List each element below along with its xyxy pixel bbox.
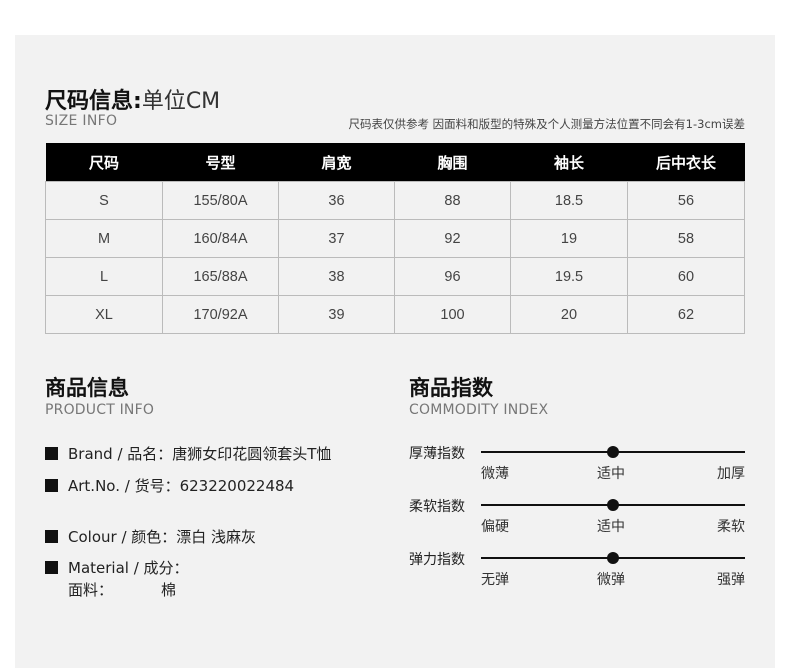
- index-label: 弹力指数: [409, 552, 465, 568]
- table-row: L 165/88A 38 96 19.5 60: [45, 257, 745, 296]
- art-no-value: 623220022484: [179, 477, 295, 495]
- header-length: 后中衣长: [627, 143, 745, 182]
- size-info-title: 尺码信息:单位CM: [45, 83, 220, 115]
- size-info-unit: 单位CM: [141, 89, 221, 114]
- index-marker: [607, 552, 619, 564]
- cell: 20: [510, 295, 628, 334]
- index-option: 无弹: [481, 572, 509, 588]
- cell: 160/84A: [162, 219, 279, 258]
- bullet-square-icon: [45, 530, 58, 543]
- header-size: 尺码: [45, 143, 163, 182]
- header-model: 号型: [162, 143, 279, 182]
- index-option: 适中: [597, 519, 625, 535]
- index-label: 柔软指数: [409, 499, 465, 515]
- cell: 100: [394, 295, 511, 334]
- cell: 88: [394, 181, 511, 220]
- colour-text: Colour / 颜色：漂白 浅麻灰: [68, 528, 257, 546]
- size-note: 尺码表仅供参考 因面料和版型的特殊及个人测量方法位置不同会有1-3cm误差: [348, 117, 745, 131]
- fabric-label: 面料：: [68, 581, 114, 599]
- index-option: 偏硬: [481, 519, 509, 535]
- index-marker: [607, 446, 619, 458]
- table-row: S 155/80A 36 88 18.5 56: [45, 181, 745, 220]
- index-option: 适中: [597, 466, 625, 482]
- cell: 170/92A: [162, 295, 279, 334]
- table-row: XL 170/92A 39 100 20 62: [45, 295, 745, 334]
- size-info-subtitle: SIZE INFO: [45, 113, 118, 129]
- index-option: 柔软: [717, 519, 745, 535]
- bullet-square-icon: [45, 447, 58, 460]
- art-no-label: Art.No. / 货号：: [68, 477, 180, 495]
- cell: 92: [394, 219, 511, 258]
- cell: 165/88A: [162, 257, 279, 296]
- cell: 96: [394, 257, 511, 296]
- colour-item: Colour / 颜色：漂白 浅麻灰: [45, 526, 256, 547]
- material-item: Material / 成分：: [45, 557, 189, 578]
- size-table: 尺码 号型 肩宽 胸围 袖长 后中衣长 S 155/80A 36 88 18.5…: [45, 143, 745, 334]
- cell: XL: [45, 295, 163, 334]
- cell: 18.5: [510, 181, 628, 220]
- index-option: 加厚: [717, 466, 745, 482]
- commodity-index-title: 商品指数: [409, 376, 493, 400]
- cell: 62: [627, 295, 745, 334]
- size-table-header: 尺码 号型 肩宽 胸围 袖长 后中衣长: [45, 143, 745, 182]
- fabric-value: 棉: [161, 581, 177, 599]
- header-chest: 胸围: [394, 143, 511, 182]
- cell: 38: [278, 257, 395, 296]
- brand-item: Brand / 品名：唐狮女印花圆领套头T恤: [45, 443, 331, 464]
- index-option: 强弹: [717, 572, 745, 588]
- cell: M: [45, 219, 163, 258]
- bullet-square-icon: [45, 561, 58, 574]
- material-label: Material / 成分：: [68, 559, 189, 577]
- cell: 37: [278, 219, 395, 258]
- index-option: 微弹: [597, 572, 625, 588]
- cell: 155/80A: [162, 181, 279, 220]
- product-info-title: 商品信息: [45, 376, 129, 400]
- cell: 60: [627, 257, 745, 296]
- size-info-title-text: 尺码信息:: [45, 89, 142, 114]
- art-no-item: Art.No. / 货号：623220022484: [45, 475, 294, 496]
- index-option: 微薄: [481, 466, 509, 482]
- index-label: 厚薄指数: [409, 446, 465, 462]
- commodity-index-subtitle: COMMODITY INDEX: [409, 402, 549, 418]
- cell: 39: [278, 295, 395, 334]
- brand-text: Brand / 品名：唐狮女印花圆领套头T恤: [68, 445, 332, 463]
- cell: 19.5: [510, 257, 628, 296]
- cell: 36: [278, 181, 395, 220]
- cell: 58: [627, 219, 745, 258]
- index-marker: [607, 499, 619, 511]
- header-sleeve: 袖长: [510, 143, 628, 182]
- cell: 56: [627, 181, 745, 220]
- product-info-subtitle: PRODUCT INFO: [45, 402, 155, 418]
- cell: L: [45, 257, 163, 296]
- table-row: M 160/84A 37 92 19 58: [45, 219, 745, 258]
- cell: 19: [510, 219, 628, 258]
- bullet-square-icon: [45, 479, 58, 492]
- header-shoulder: 肩宽: [278, 143, 395, 182]
- fabric-line: 面料： 棉: [68, 579, 176, 600]
- cell: S: [45, 181, 163, 220]
